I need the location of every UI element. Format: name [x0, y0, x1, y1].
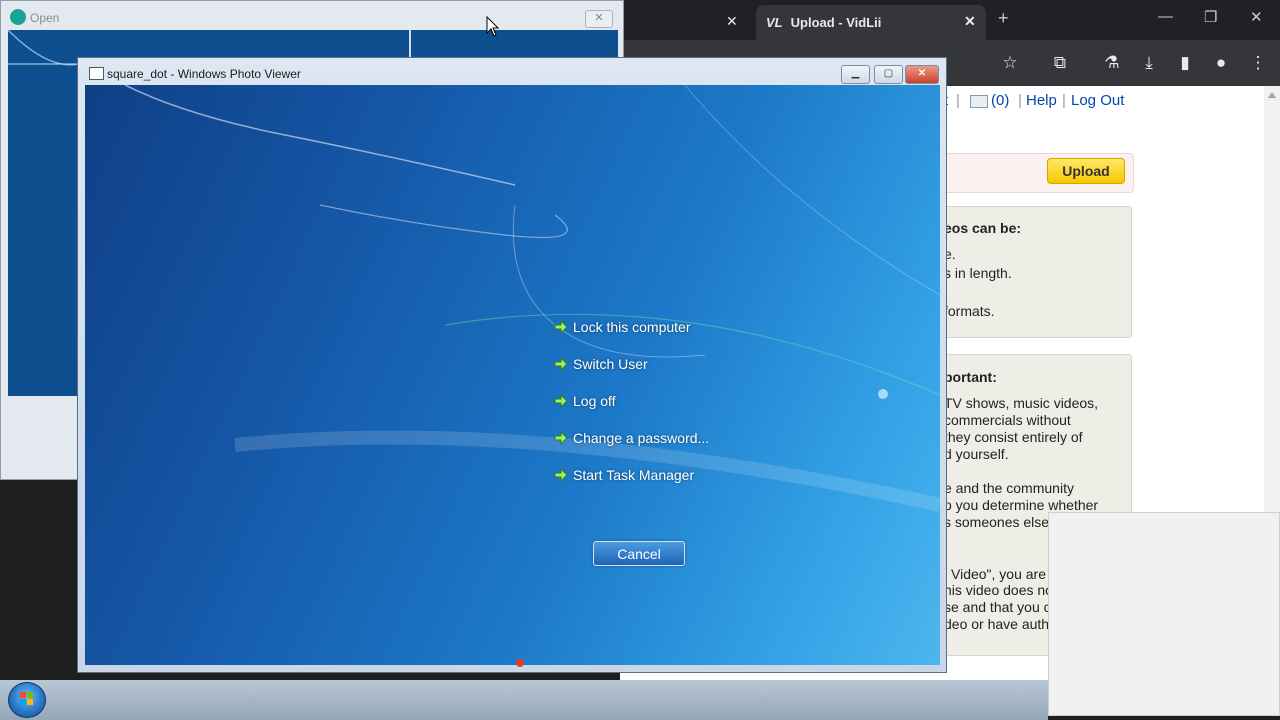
menu-label: Lock this computer	[573, 319, 691, 335]
app-icon	[10, 9, 26, 25]
windows-flag-icon	[27, 699, 33, 705]
menu-start-task-manager[interactable]: Start Task Manager	[553, 467, 694, 483]
arrow-right-icon	[554, 430, 568, 446]
menu-change-password[interactable]: Change a password...	[553, 430, 709, 446]
window-close-icon[interactable]: ✕	[1250, 8, 1263, 26]
info-line: commercials without	[944, 412, 1071, 428]
info-line: s someones else	[944, 514, 1050, 530]
menu-label: Change a password...	[573, 430, 710, 446]
windows-logo-fragment-icon	[516, 659, 524, 667]
info-line: they consist entirely of	[944, 429, 1083, 445]
photo-viewer-icon	[89, 67, 104, 80]
info-line: o you determine whether	[944, 497, 1099, 513]
browser-menu-icon[interactable]: ⋮	[1246, 51, 1270, 75]
wallpaper-streaks	[124, 85, 940, 512]
arrow-right-icon	[554, 467, 568, 483]
taskbar	[0, 680, 1048, 720]
extensions-icon[interactable]: ⧉	[1048, 51, 1072, 75]
windows-flag-icon	[27, 692, 33, 698]
labs-flask-icon[interactable]: ⚗	[1100, 51, 1124, 75]
nav-separator: |	[956, 92, 960, 109]
arrow-right-icon	[554, 393, 568, 409]
windows-flag-icon	[20, 699, 26, 705]
browser-tab-active[interactable]: VL Upload - VidLii ✕	[756, 5, 986, 40]
help-link[interactable]: Help	[1026, 92, 1057, 109]
info-heading: eos can be:	[944, 220, 1022, 236]
close-tab-icon[interactable]: ✕	[964, 13, 976, 30]
open-dialog-close-button[interactable]: ✕	[585, 10, 613, 28]
displayed-image	[85, 85, 940, 665]
new-tab-button[interactable]: +	[998, 8, 1009, 29]
profile-avatar-icon[interactable]: ●	[1209, 51, 1233, 75]
download-icon[interactable]: ⤓	[1137, 51, 1161, 75]
inbox-count[interactable]: (0)	[991, 92, 1009, 109]
minimize-button[interactable]: ▁	[841, 65, 870, 84]
vidlii-logo-icon: VL	[766, 15, 783, 30]
menu-label: Log off	[573, 393, 616, 409]
menu-lock-computer[interactable]: Lock this computer	[553, 319, 691, 335]
side-panel-icon[interactable]: ▮	[1173, 51, 1197, 75]
info-line: deo or have auth	[944, 616, 1050, 632]
inbox-icon[interactable]	[970, 95, 988, 108]
blank-popup-window	[1048, 512, 1280, 716]
info-line: formats.	[944, 303, 995, 319]
arrow-right-icon	[554, 319, 568, 335]
menu-log-off[interactable]: Log off	[553, 393, 616, 409]
close-button[interactable]: ✕	[905, 65, 939, 84]
nav-separator: |	[1018, 92, 1022, 109]
info-line: l Video", you are	[944, 566, 1046, 582]
mouse-cursor-icon	[486, 16, 500, 37]
menu-label: Switch User	[573, 356, 648, 372]
menu-switch-user[interactable]: Switch User	[553, 356, 648, 372]
windows-flag-icon	[20, 692, 26, 698]
info-line: s in length.	[944, 265, 1012, 281]
open-dialog-title: Open	[30, 11, 60, 25]
bookmark-star-icon[interactable]: ☆	[998, 51, 1022, 75]
upload-button[interactable]: Upload	[1047, 158, 1125, 184]
info-line: e and the community	[944, 480, 1074, 496]
photo-viewer-title: square_dot - Windows Photo Viewer	[107, 67, 301, 81]
logout-link[interactable]: Log Out	[1071, 92, 1124, 109]
maximize-button[interactable]: ▢	[874, 65, 903, 84]
minimize-icon[interactable]: —	[1158, 8, 1173, 25]
tab-title: Upload - VidLii	[790, 15, 882, 30]
info-line: d yourself.	[944, 446, 1009, 462]
arrow-right-icon	[554, 356, 568, 372]
info-line: his video does no	[944, 582, 1053, 598]
scroll-up-arrow-icon[interactable]	[1268, 92, 1276, 98]
browser-tab-previous[interactable]: ✕	[620, 5, 760, 40]
cancel-button[interactable]: Cancel	[593, 541, 685, 566]
menu-label: Start Task Manager	[573, 467, 695, 483]
info-heading: portant:	[944, 369, 997, 385]
restore-icon[interactable]: ❐	[1204, 8, 1217, 26]
info-line: se and that you c	[944, 599, 1051, 615]
info-line: TV shows, music videos,	[944, 395, 1099, 411]
close-tab-icon[interactable]: ✕	[726, 13, 738, 30]
nav-separator: |	[1062, 92, 1066, 109]
